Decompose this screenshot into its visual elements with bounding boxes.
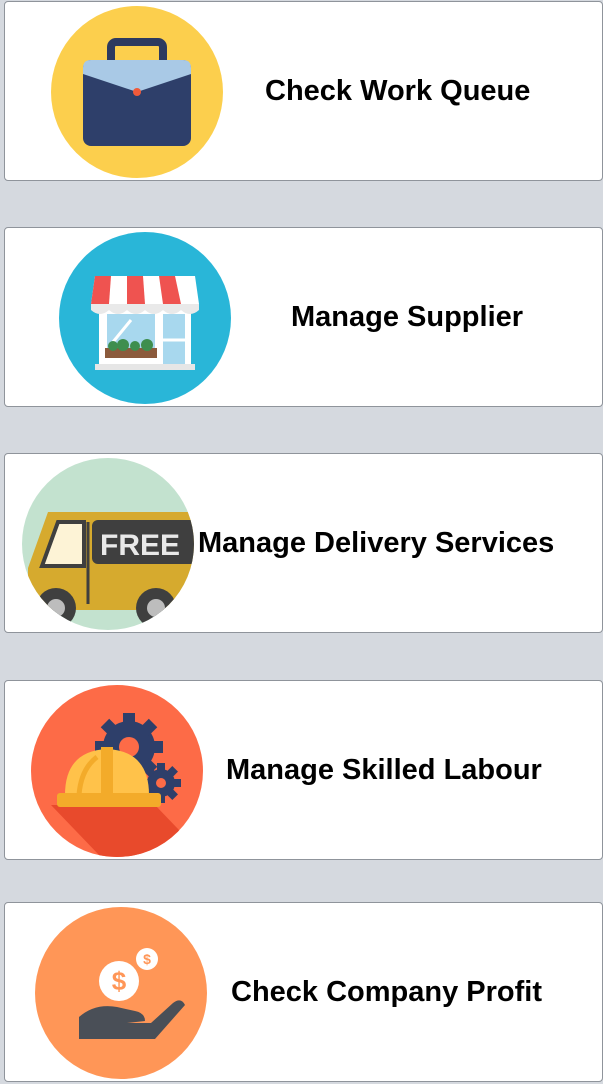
tile-label: Check Company Profit — [231, 975, 542, 1008]
money-hand-icon: $ $ — [35, 907, 207, 1079]
tile-check-company-profit[interactable]: $ $ Check Company Profit — [4, 902, 603, 1082]
tile-label: Check Work Queue — [265, 74, 531, 107]
tile-manage-supplier[interactable]: Manage Supplier — [4, 227, 603, 407]
delivery-truck-icon: FREE — [22, 458, 194, 630]
briefcase-icon — [51, 6, 223, 178]
storefront-icon — [59, 232, 231, 404]
tile-manage-skilled-labour[interactable]: Manage Skilled Labour — [4, 680, 603, 860]
coin-dollar: $ — [112, 966, 127, 996]
tile-check-work-queue[interactable]: Check Work Queue — [4, 1, 603, 181]
tile-label: Manage Delivery Services — [198, 526, 555, 559]
tile-label: Manage Supplier — [291, 300, 524, 333]
coin-dollar-small: $ — [143, 951, 151, 967]
tile-manage-delivery-services[interactable]: FREE Manage Delivery Services — [4, 453, 603, 633]
tile-label: Manage Skilled Labour — [226, 753, 542, 786]
hardhat-gears-icon — [31, 685, 203, 857]
free-badge: FREE — [100, 529, 180, 562]
